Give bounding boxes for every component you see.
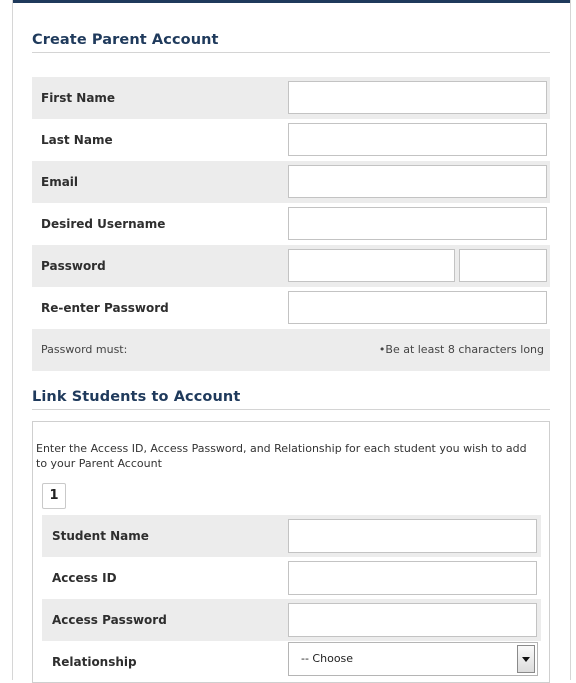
frame-left-border	[12, 0, 13, 680]
password-rules-label: Password must:	[41, 343, 128, 356]
student-number-tab[interactable]: 1	[42, 483, 66, 509]
access-password-label: Access Password	[52, 613, 167, 627]
student-name-label: Student Name	[52, 529, 149, 543]
password-input[interactable]	[288, 249, 455, 282]
link-students-intro: Enter the Access ID, Access Password, an…	[36, 442, 527, 470]
reenter-password-input[interactable]	[288, 291, 547, 324]
email-label: Email	[41, 175, 79, 189]
relationship-label: Relationship	[52, 655, 137, 669]
top-accent-bar	[12, 0, 571, 3]
create-parent-account-title: Create Parent Account	[32, 32, 219, 48]
password-label: Password	[41, 259, 106, 273]
relationship-select[interactable]: -- Choose	[288, 642, 538, 676]
last-name-label: Last Name	[41, 133, 113, 147]
password-rule-length: •Be at least 8 characters long	[378, 343, 544, 356]
first-name-label: First Name	[41, 91, 116, 105]
last-name-input[interactable]	[288, 123, 547, 156]
access-password-input[interactable]	[288, 603, 537, 637]
relationship-selected-value: -- Choose	[301, 652, 354, 665]
reenter-password-label: Re-enter Password	[41, 301, 169, 315]
email-input[interactable]	[288, 165, 547, 198]
frame-right-border	[570, 0, 571, 680]
password-strength-field[interactable]	[459, 249, 547, 282]
first-name-input[interactable]	[288, 81, 547, 114]
chevron-down-icon[interactable]	[517, 645, 535, 673]
password-rules-row: Password must: •Be at least 8 characters…	[32, 329, 550, 371]
student-name-input[interactable]	[288, 519, 537, 553]
section-divider	[32, 52, 550, 53]
section-divider-2	[32, 409, 550, 410]
link-students-title: Link Students to Account	[32, 389, 241, 405]
access-id-input[interactable]	[288, 561, 537, 595]
username-label: Desired Username	[41, 217, 166, 231]
access-id-label: Access ID	[52, 571, 117, 585]
username-input[interactable]	[288, 207, 547, 240]
